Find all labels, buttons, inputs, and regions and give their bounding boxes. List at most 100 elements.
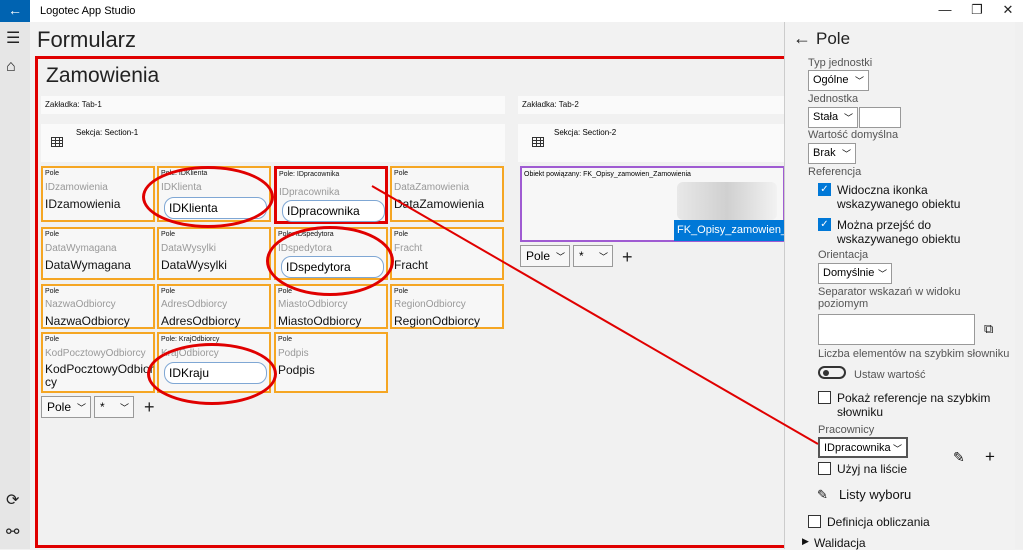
tab-1-header[interactable]: Zakładka: Tab-1	[41, 96, 505, 114]
field-caption: Pole: IDpracownika	[279, 171, 340, 178]
field-placeholder: DataWysylki	[161, 243, 216, 254]
unit-label: Jednostka	[808, 93, 859, 105]
field-kodpocztowyodbiorcy[interactable]: Pole KodPocztowyOdbiorcy KodPocztowyOdbi…	[41, 332, 155, 393]
related-object[interactable]: Obiekt powiązany: FK_Opisy_zamowien_Zamo…	[520, 166, 785, 242]
quick-dict-count-label: Liczba elementów na szybkim słowniku	[818, 348, 1010, 360]
add-element-icon[interactable]: +	[622, 247, 633, 268]
add-element-icon[interactable]: +	[144, 397, 155, 418]
field-regionodbiorcy[interactable]: Pole RegionOdbiorcy RegionOdbiorcy	[390, 284, 504, 329]
field-value: Podpis	[278, 363, 315, 377]
field-datawysylki[interactable]: Pole DataWysylki DataWysylki	[157, 227, 271, 280]
translate-icon[interactable]: ⧉	[984, 321, 993, 337]
field-podpis[interactable]: Pole Podpis Podpis	[274, 332, 388, 393]
show-references-label: Pokaż referencje na szybkim słowniku	[837, 391, 991, 419]
field-value: NazwaOdbiorcy	[45, 314, 130, 328]
select-value: Pole	[47, 400, 72, 414]
show-references-checkbox[interactable]	[818, 391, 831, 404]
calc-definition-checkbox[interactable]	[808, 515, 821, 528]
pencil-icon: ✎	[817, 487, 828, 502]
field-value: Fracht	[394, 258, 429, 272]
element-type-select[interactable]: Pole ﹀	[41, 396, 91, 418]
field-value: DataWymagana	[45, 258, 131, 272]
field-datazamowienia[interactable]: Pole DataZamowienia DataZamowienia	[390, 166, 504, 222]
panel-title: Pole	[816, 29, 851, 48]
orientation-select[interactable]: Domyślnie ﹀	[818, 263, 892, 284]
plugin-icon[interactable]: ⚯	[6, 522, 19, 542]
chevron-down-icon: ﹀	[843, 113, 853, 123]
select-value: *	[579, 249, 584, 263]
separator-input[interactable]	[818, 314, 975, 345]
tab-2-header[interactable]: Zakładka: Tab-2	[518, 96, 785, 114]
sync-icon[interactable]: ⟳	[6, 490, 19, 510]
field-placeholder: RegionOdbiorcy	[394, 299, 466, 310]
element-scope-select[interactable]: * ﹀	[94, 396, 134, 418]
field-value: DataZamowienia	[394, 197, 485, 211]
back-button[interactable]: ←	[0, 0, 30, 22]
use-in-list-checkbox[interactable]	[818, 462, 831, 475]
unit-input[interactable]	[859, 107, 901, 128]
field-datawymagana[interactable]: Pole DataWymagana DataWymagana	[41, 227, 155, 280]
visible-icon-checkbox[interactable]: ✓	[818, 183, 831, 196]
home-icon[interactable]: ⌂	[6, 58, 16, 76]
orientation-label: Orientacja	[818, 249, 869, 261]
validation-section[interactable]: Walidacja	[814, 536, 866, 550]
minimize-button[interactable]: —	[930, 2, 960, 17]
field-caption: Pole	[161, 288, 176, 295]
grid-icon	[532, 137, 544, 147]
app-title: Logotec App Studio	[40, 5, 136, 17]
field-fracht[interactable]: Pole Fracht Fracht	[390, 227, 504, 280]
chevron-down-icon: ﹀	[841, 149, 851, 159]
panel-scrollbar[interactable]	[1015, 22, 1023, 549]
choice-lists-link[interactable]: Listy wyboru	[839, 487, 911, 502]
field-caption: Pole	[394, 288, 409, 295]
field-caption: Pole	[45, 288, 60, 295]
field-caption: Pole	[161, 231, 176, 238]
section-2[interactable]: Sekcja: Section-2	[518, 124, 785, 162]
hamburger-menu-icon[interactable]: ☰	[6, 28, 20, 48]
element-scope-select-tab2[interactable]: * ﹀	[573, 245, 613, 267]
field-input[interactable]: IDpracownika	[282, 200, 385, 222]
employees-select[interactable]: IDpracownika ﹀	[818, 437, 908, 458]
separator-label: Separator wskazań w widoku poziomym	[818, 286, 961, 310]
element-type-select-tab2[interactable]: Pole ﹀	[520, 245, 570, 267]
field-value: KodPocztowyOdbiorcy	[45, 362, 154, 389]
field-placeholder: IDpracownika	[279, 187, 340, 198]
close-button[interactable]: ✕	[993, 2, 1023, 18]
field-adresodbiorcy[interactable]: Pole AdresOdbiorcy AdresOdbiorcy	[157, 284, 271, 329]
field-value: AdresOdbiorcy	[161, 314, 241, 328]
set-value-toggle[interactable]	[818, 366, 846, 379]
annotation-ellipse	[147, 343, 277, 405]
set-value-label: Ustaw wartość	[854, 369, 926, 381]
field-idpracownika[interactable]: Pole: IDpracownika IDpracownika IDpracow…	[274, 166, 388, 224]
field-placeholder: KodPocztowyOdbiorcy	[45, 348, 146, 359]
section-1[interactable]: Sekcja: Section-1	[41, 124, 505, 162]
related-preview	[677, 182, 777, 220]
related-caption: Obiekt powiązany: FK_Opisy_zamowien_Zamo…	[524, 171, 691, 178]
reference-label: Referencja	[808, 166, 862, 178]
maximize-button[interactable]: ❐	[962, 2, 992, 18]
navigate-checkbox[interactable]: ✓	[818, 218, 831, 231]
field-caption: Pole	[45, 336, 60, 343]
section-2-label: Sekcja: Section-2	[554, 128, 617, 137]
form-name: Zamowienia	[46, 64, 160, 87]
field-placeholder: Podpis	[278, 348, 309, 359]
select-value: Brak	[813, 147, 836, 159]
select-value: Domyślnie	[823, 267, 875, 279]
unit-select[interactable]: Stała ﹀	[808, 107, 858, 128]
unit-type-select[interactable]: Ogólne ﹀	[808, 70, 869, 91]
field-caption: Pole	[278, 336, 293, 343]
panel-back-icon[interactable]: ←	[793, 28, 811, 49]
page-title: Formularz	[37, 27, 137, 52]
field-caption: Pole	[45, 170, 60, 177]
field-caption: Pole: KrajOdbiorcy	[161, 336, 220, 343]
default-value-select[interactable]: Brak ﹀	[808, 143, 856, 164]
chevron-right-icon[interactable]: ▶	[802, 536, 809, 547]
related-object-button[interactable]: FK_Opisy_zamowien_Zamowienia	[674, 220, 785, 241]
field-idzamowienia[interactable]: Pole IDzamowienia IDzamowienia	[41, 166, 155, 222]
field-nazwaodbiorcy[interactable]: Pole NazwaOdbiorcy NazwaOdbiorcy	[41, 284, 155, 329]
add-icon[interactable]: +	[985, 447, 995, 467]
field-placeholder: DataZamowienia	[394, 182, 470, 193]
edit-pencil-icon[interactable]: ✎	[953, 449, 965, 466]
field-value: MiastoOdbiorcy	[278, 314, 362, 328]
select-value: Pole	[526, 249, 551, 263]
